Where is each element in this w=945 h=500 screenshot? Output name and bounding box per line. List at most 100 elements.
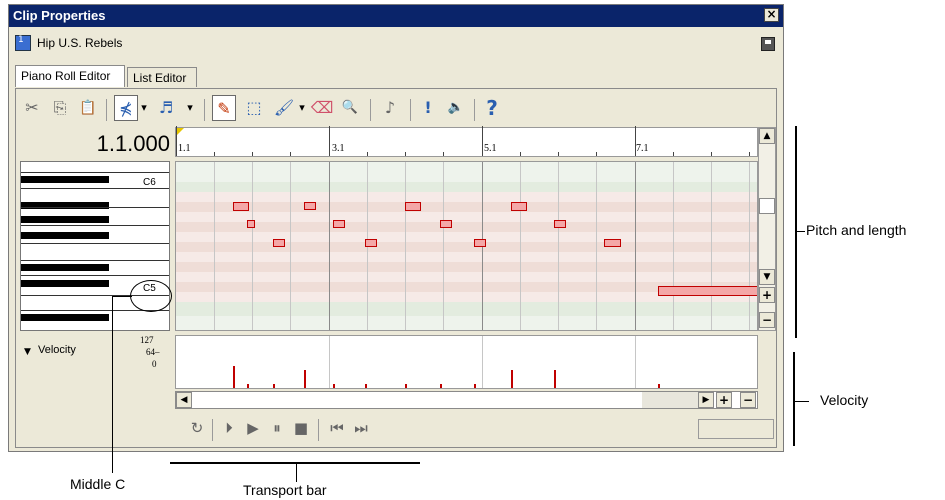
zoom-in-vertical-button[interactable]: + xyxy=(759,287,775,303)
ruler-tick xyxy=(482,126,483,156)
zoom-tool-icon[interactable]: 🔍 xyxy=(338,95,362,121)
velocity-bar[interactable] xyxy=(658,384,660,388)
ruler-tick xyxy=(367,152,368,156)
pencil-tool-icon[interactable]: ✎ xyxy=(212,95,236,121)
pause-icon[interactable]: ⏸ xyxy=(266,417,288,439)
midi-note[interactable] xyxy=(304,202,316,210)
clip-icon: 1 xyxy=(15,35,31,51)
speaker-icon[interactable]: 🔈 xyxy=(444,95,468,121)
now-marker-icon[interactable] xyxy=(176,128,184,136)
fast-forward-icon[interactable]: ⏭ xyxy=(350,417,372,439)
help-icon[interactable]: ? xyxy=(480,95,504,121)
save-icon[interactable] xyxy=(761,37,775,51)
velocity-bar[interactable] xyxy=(405,384,407,388)
title-bar: Clip Properties × xyxy=(9,5,783,27)
velocity-bar[interactable] xyxy=(440,384,442,388)
midi-note[interactable] xyxy=(333,220,345,228)
ruler-label: 5.1 xyxy=(484,143,497,154)
horizontal-scrollbar[interactable]: ◀ ▶ + − xyxy=(175,391,758,409)
key-label-c6: C6 xyxy=(143,177,156,188)
velocity-bar[interactable] xyxy=(247,384,249,388)
white-key-divider xyxy=(21,225,169,226)
grid-line xyxy=(329,336,330,388)
velocity-bar[interactable] xyxy=(233,366,235,388)
white-key-divider xyxy=(21,172,169,173)
scroll-thumb[interactable] xyxy=(759,198,775,214)
time-ruler[interactable]: 1.1 3.1 5.1 7.1 xyxy=(175,126,758,157)
snap-dropdown-icon[interactable]: ▾ xyxy=(138,95,150,121)
note-grid[interactable] xyxy=(175,161,758,331)
velocity-toggle-icon[interactable]: ▼ xyxy=(24,347,31,357)
velocity-bar[interactable] xyxy=(554,370,556,388)
scroll-down-button[interactable]: ▼ xyxy=(759,269,775,285)
midi-note[interactable] xyxy=(658,286,757,296)
grid-line xyxy=(482,336,483,388)
middle-c-connector xyxy=(112,296,132,297)
quantize-dropdown-icon[interactable]: ▾ xyxy=(184,95,196,121)
quantize-icon[interactable]: ♬ xyxy=(154,95,178,121)
black-key[interactable] xyxy=(21,280,109,287)
scroll-right-button[interactable]: ▶ xyxy=(698,392,714,408)
midi-note[interactable] xyxy=(474,239,486,247)
midi-note[interactable] xyxy=(604,239,621,247)
midi-note[interactable] xyxy=(405,202,421,211)
scroll-up-button[interactable]: ▲ xyxy=(759,128,775,144)
stop-icon[interactable]: ■ xyxy=(290,417,312,439)
midi-note[interactable] xyxy=(554,220,566,228)
black-key[interactable] xyxy=(21,232,109,239)
midi-note[interactable] xyxy=(511,202,527,211)
tab-piano-roll-editor[interactable]: Piano Roll Editor xyxy=(15,65,125,87)
velocity-bar[interactable] xyxy=(474,384,476,388)
toolbar-separator xyxy=(106,99,107,121)
play-icon[interactable]: ▶ xyxy=(242,417,264,439)
zoom-in-horizontal-button[interactable]: + xyxy=(716,392,732,408)
velocity-lane[interactable] xyxy=(175,335,758,389)
lane-band xyxy=(176,242,757,252)
black-key[interactable] xyxy=(21,314,109,321)
toolbar-separator xyxy=(204,99,205,121)
velocity-bar[interactable] xyxy=(333,384,335,388)
play-from-start-icon[interactable]: ⏵ xyxy=(218,417,240,439)
scroll-left-button[interactable]: ◀ xyxy=(176,392,192,408)
black-key[interactable] xyxy=(21,176,109,183)
velocity-label[interactable]: Velocity xyxy=(38,344,76,356)
velocity-bar[interactable] xyxy=(365,384,367,388)
midi-note[interactable] xyxy=(273,239,285,247)
paste-icon[interactable]: 📋 xyxy=(76,95,100,121)
ruler-tick xyxy=(405,152,406,156)
snap-to-grid-icon[interactable]: ⋠ xyxy=(114,95,138,121)
zoom-out-horizontal-button[interactable]: − xyxy=(740,392,756,408)
eraser-tool-icon[interactable]: ⌫ xyxy=(310,95,334,121)
velocity-controller-header: ▼ Velocity 127 64– 0 xyxy=(20,335,170,403)
ruler-label: 7.1 xyxy=(636,143,649,154)
velocity-bar[interactable] xyxy=(273,384,275,388)
copy-icon[interactable]: ⎘ xyxy=(48,95,72,121)
grid-line xyxy=(405,162,406,330)
loop-icon[interactable]: ↻ xyxy=(186,417,208,439)
brush-dropdown-icon[interactable]: ▾ xyxy=(296,95,308,121)
ruler-label: 3.1 xyxy=(332,143,345,154)
rewind-icon[interactable]: ⏮ xyxy=(326,417,348,439)
black-key[interactable] xyxy=(21,264,109,271)
grid-line xyxy=(635,162,636,330)
velocity-bar[interactable] xyxy=(304,370,306,388)
select-tool-icon[interactable]: ⬚ xyxy=(242,95,266,121)
drum-map-icon[interactable]: ♪ xyxy=(378,95,402,121)
zoom-out-vertical-button[interactable]: − xyxy=(759,312,775,328)
scroll-track[interactable] xyxy=(642,392,698,408)
grid-line xyxy=(443,162,444,330)
midi-note[interactable] xyxy=(247,220,255,228)
ruler-tick xyxy=(329,126,330,156)
midi-note[interactable] xyxy=(233,202,249,211)
midi-note[interactable] xyxy=(440,220,452,228)
white-key-divider xyxy=(21,207,169,208)
vertical-scrollbar[interactable]: ▲ ▼ + − xyxy=(758,127,776,331)
cut-icon[interactable]: ✂ xyxy=(20,95,44,121)
midi-note[interactable] xyxy=(365,239,377,247)
alert-icon[interactable]: ! xyxy=(416,95,440,121)
velocity-bar[interactable] xyxy=(511,370,513,388)
tab-list-editor[interactable]: List Editor xyxy=(127,67,197,87)
brush-tool-icon[interactable]: 🖌 xyxy=(272,95,296,121)
black-key[interactable] xyxy=(21,216,109,223)
close-button[interactable]: × xyxy=(764,8,779,22)
